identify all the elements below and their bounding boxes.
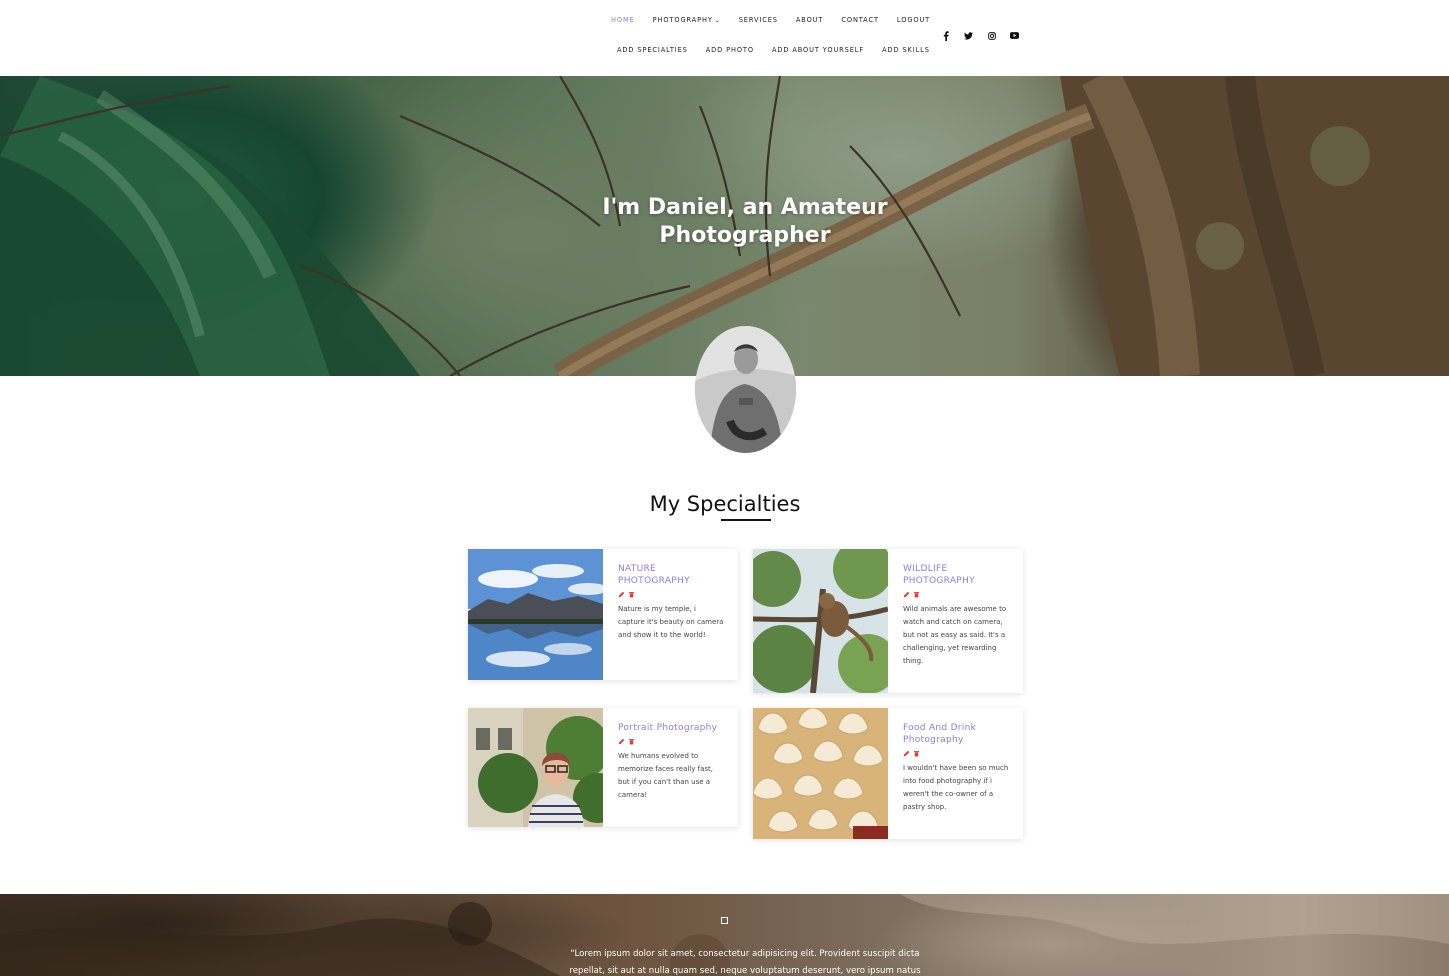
card-description: Wild animals are awesome to watch and ca… — [903, 605, 1007, 665]
nav-home[interactable]: HOME — [611, 16, 635, 24]
specialty-card-wildlife: WILDLIFE PHOTOGRAPHY Wild animals are aw… — [753, 549, 1023, 693]
chevron-down-icon: ⌄ — [714, 17, 721, 24]
card-title[interactable]: WILDLIFE PHOTOGRAPHY — [903, 563, 1009, 587]
card-tools — [903, 750, 1009, 757]
trash-icon[interactable] — [913, 591, 920, 598]
edit-icon[interactable] — [618, 591, 625, 598]
edit-icon[interactable] — [903, 750, 910, 757]
social-links — [940, 30, 1020, 41]
profile-avatar — [695, 326, 796, 453]
trash-icon[interactable] — [628, 591, 635, 598]
heading-underline — [721, 519, 771, 521]
nav-about[interactable]: ABOUT — [796, 16, 823, 24]
specialty-card-portrait: Portrait Photography We humans evolved t… — [468, 708, 738, 827]
nav-services[interactable]: SERVICES — [739, 16, 778, 24]
card-description: I wouldn't have been so much into food p… — [903, 764, 1009, 811]
nav-add-photo[interactable]: ADD PHOTO — [706, 46, 754, 54]
food-photo — [753, 708, 888, 839]
edit-icon[interactable] — [618, 738, 625, 745]
nav-photography[interactable]: PHOTOGRAPHY ⌄ — [653, 16, 721, 24]
nav-photography-label: PHOTOGRAPHY — [652, 16, 713, 24]
specialties-heading: My Specialties — [649, 492, 801, 516]
card-tools — [618, 738, 724, 745]
portrait-photo — [468, 708, 603, 827]
admin-nav: ADD SPECIALTIES ADD PHOTO ADD ABOUT YOUR… — [617, 46, 948, 54]
nav-add-specialties[interactable]: ADD SPECIALTIES — [617, 46, 688, 54]
edit-icon[interactable] — [903, 591, 910, 598]
card-title[interactable]: Food And Drink Photography — [903, 722, 1009, 746]
trash-icon[interactable] — [913, 750, 920, 757]
slider-indicator[interactable] — [721, 917, 728, 924]
nav-contact[interactable]: CONTACT — [841, 16, 879, 24]
trash-icon[interactable] — [628, 738, 635, 745]
main-nav: HOME PHOTOGRAPHY ⌄ SERVICES ABOUT CONTACT… — [611, 16, 948, 24]
card-tools — [618, 591, 724, 598]
testimonial-section: "Lorem ipsum dolor sit amet, consectetur… — [0, 894, 1449, 976]
nav-add-skills[interactable]: ADD SKILLS — [882, 46, 930, 54]
card-body: WILDLIFE PHOTOGRAPHY Wild animals are aw… — [888, 549, 1023, 693]
card-body: Food And Drink Photography I wouldn't ha… — [888, 708, 1023, 839]
specialty-card-nature: NATURE PHOTOGRAPHY Nature is my temple, … — [468, 549, 738, 680]
specialty-card-food: Food And Drink Photography I wouldn't ha… — [753, 708, 1023, 839]
instagram-icon[interactable] — [986, 30, 997, 41]
youtube-icon[interactable] — [1009, 30, 1020, 41]
card-body: NATURE PHOTOGRAPHY Nature is my temple, … — [603, 549, 738, 680]
twitter-icon[interactable] — [963, 30, 974, 41]
nav-add-about[interactable]: ADD ABOUT YOURSELF — [772, 46, 864, 54]
card-tools — [903, 591, 1009, 598]
wildlife-photo — [753, 549, 888, 693]
card-title[interactable]: Portrait Photography — [618, 722, 724, 734]
hero-title: I'm Daniel, an Amateur Photographer — [602, 195, 888, 248]
card-description: We humans evolved to memorize faces real… — [618, 752, 713, 799]
card-body: Portrait Photography We humans evolved t… — [603, 708, 738, 827]
facebook-icon[interactable] — [940, 30, 951, 41]
site-header: HOME PHOTOGRAPHY ⌄ SERVICES ABOUT CONTACT… — [0, 0, 1449, 76]
card-description: Nature is my temple, i capture it's beau… — [618, 605, 724, 639]
nature-photo — [468, 549, 603, 680]
card-title[interactable]: NATURE PHOTOGRAPHY — [618, 563, 724, 587]
nav-logout[interactable]: LOGOUT — [897, 16, 930, 24]
testimonial-quote: "Lorem ipsum dolor sit amet, consectetur… — [569, 949, 921, 976]
